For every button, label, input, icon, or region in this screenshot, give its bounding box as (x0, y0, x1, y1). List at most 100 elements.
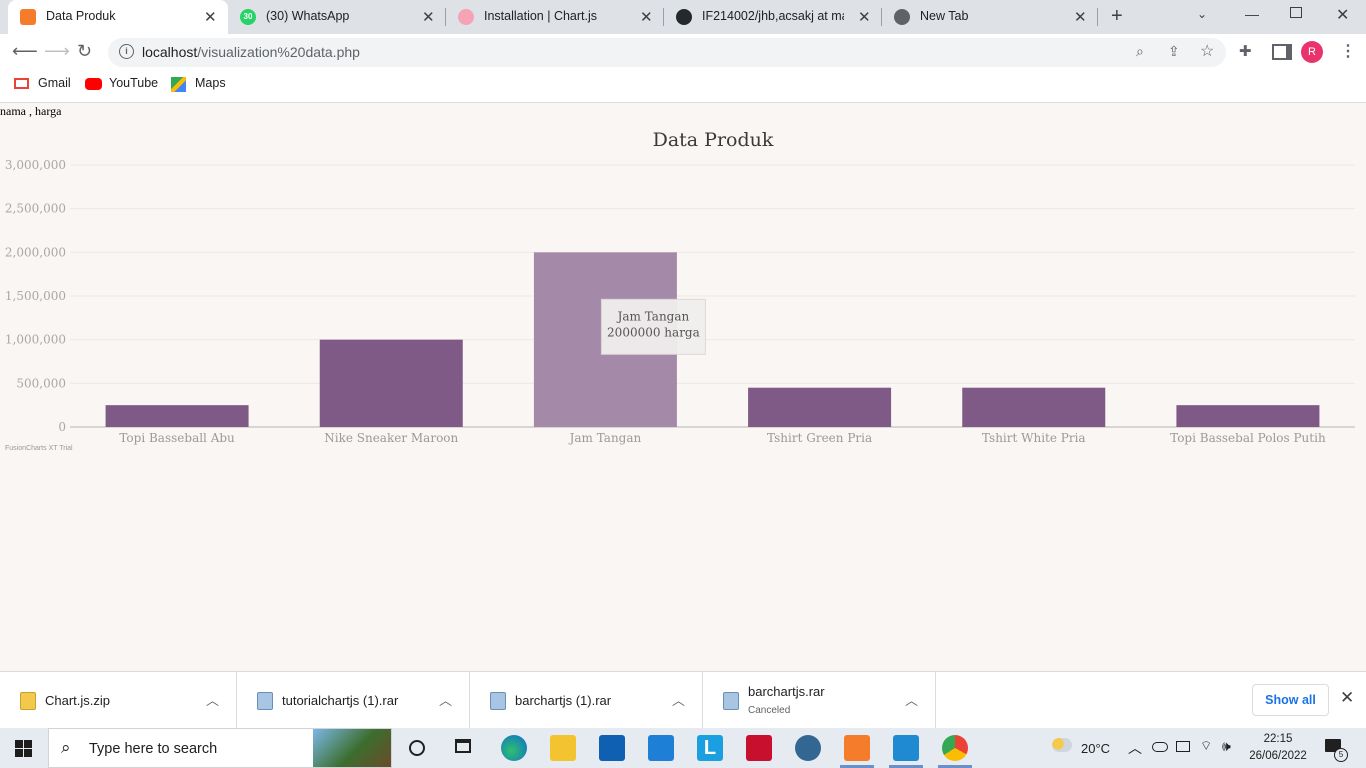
profile-avatar[interactable]: R (1301, 41, 1323, 63)
forward-arrow-icon[interactable]: ⟶ (44, 41, 70, 62)
bar[interactable] (1176, 405, 1320, 427)
xampp-icon (20, 9, 36, 25)
bookmark-label: Gmail (38, 76, 71, 90)
onedrive-icon[interactable] (1152, 742, 1168, 752)
extensions-puzzle-icon[interactable]: ✚ (1239, 42, 1252, 60)
cortana-icon[interactable] (409, 740, 425, 756)
chrome-icon[interactable] (942, 735, 968, 761)
url-path: /visualization%20data.php (197, 44, 360, 60)
file-explorer-icon[interactable] (550, 735, 576, 761)
download-filename: tutorialchartjs (1).rar (282, 693, 399, 708)
bookmarks-bar: Gmail YouTube Maps (0, 70, 1366, 103)
show-all-button[interactable]: Show all (1252, 684, 1329, 716)
github-icon (676, 9, 692, 25)
windows-taskbar: ⌕ Type here to search L 20°C ︿ ⌔ 🕪 22:15… (0, 728, 1366, 768)
l-app-icon[interactable]: L (697, 735, 723, 761)
download-item[interactable]: barchartjs.rar Canceled ︿ (703, 672, 936, 729)
chevron-up-icon[interactable]: ︿ (905, 690, 918, 709)
windows-start-icon[interactable] (15, 740, 32, 757)
bar-chart: 0 500,000 1,000,000 1,500,000 2,000,000 2,500… (5, 158, 1355, 445)
y-tick-label: 3,000,000 (5, 158, 66, 172)
x-tick-label: Tshirt Green Pria (767, 431, 872, 445)
x-tick-label: Jam Tangan (568, 431, 642, 445)
bookmark-star-icon[interactable]: ☆ (1200, 41, 1214, 61)
chevron-up-icon[interactable]: ︿ (672, 690, 685, 709)
minimize-icon[interactable]: — (1245, 6, 1259, 22)
maps-icon (171, 77, 186, 92)
youtube-icon (85, 78, 102, 90)
rar-file-icon (257, 692, 273, 710)
bookmark-label: Maps (195, 76, 226, 90)
tab-search-chevron-icon[interactable]: ⌄ (1197, 7, 1207, 21)
rar-file-icon (490, 692, 506, 710)
y-tick-label: 2,500,000 (5, 202, 66, 216)
wifi-icon[interactable]: ⌔ (1200, 738, 1212, 754)
url-text: localhost/visualization%20data.php (142, 44, 360, 60)
download-filename: barchartjs.rar (748, 684, 825, 699)
bar[interactable] (962, 387, 1106, 427)
close-tab-icon[interactable]: ✕ (1074, 8, 1087, 26)
tooltip-line1: Jam Tangan (616, 309, 690, 323)
browser-toolbar: ⟵ ⟶ ↻ i localhost/visualization%20data.p… (0, 34, 1366, 70)
task-view-icon[interactable] (455, 739, 471, 753)
postgresql-icon[interactable] (795, 735, 821, 761)
close-tab-icon[interactable]: ✕ (858, 8, 871, 26)
tab-data-produk[interactable]: Data Produk ✕ (8, 0, 228, 34)
new-tab-icon[interactable]: + (1111, 5, 1123, 28)
clock-date: 26/06/2022 (1249, 750, 1307, 762)
search-icon: ⌕ (61, 738, 71, 757)
side-panel-icon[interactable] (1272, 44, 1292, 60)
zoom-icon[interactable]: ⌕ (1136, 43, 1144, 60)
zip-file-icon (20, 692, 36, 710)
tab-chartjs[interactable]: Installation | Chart.js ✕ (446, 0, 662, 34)
chevron-up-icon[interactable]: ︿ (439, 690, 452, 709)
x-tick-label: Nike Sneaker Maroon (324, 431, 458, 445)
download-item[interactable]: barchartjs (1).rar ︿ (470, 672, 703, 729)
chevron-up-icon[interactable]: ︿ (206, 690, 219, 709)
restore-icon[interactable] (1290, 7, 1302, 18)
weather-icon[interactable] (1052, 738, 1072, 752)
reload-icon[interactable]: ↻ (77, 41, 92, 62)
tab-github[interactable]: IF214002/jhb,acsakj at main · ✕ (664, 0, 880, 34)
y-tick-label: 2,000,000 (5, 245, 66, 259)
bar[interactable] (748, 387, 892, 427)
close-tab-icon[interactable]: ✕ (640, 8, 653, 26)
clock-time: 22:15 (1263, 733, 1293, 745)
tab-new-tab[interactable]: New Tab ✕ (882, 0, 1096, 34)
volume-icon[interactable]: 🕪 (1222, 738, 1231, 755)
tab-title: (30) WhatsApp (266, 9, 350, 23)
system-clock[interactable]: 22:15 26/06/2022 (1247, 731, 1309, 765)
bar[interactable] (105, 405, 249, 427)
mcafee-icon[interactable] (746, 735, 772, 761)
mail-icon[interactable] (648, 735, 674, 761)
whatsapp-icon: 30 (240, 9, 256, 25)
temperature[interactable]: 20°C (1081, 741, 1110, 756)
close-downloads-icon[interactable]: ✕ (1340, 688, 1354, 708)
battery-icon[interactable] (1176, 741, 1190, 752)
share-icon[interactable]: ⇪ (1168, 43, 1180, 60)
tray-chevron-up-icon[interactable]: ︿ (1128, 738, 1142, 758)
back-arrow-icon[interactable]: ⟵ (12, 41, 38, 62)
close-tab-icon[interactable]: ✕ (204, 8, 217, 26)
menu-kebab-icon[interactable]: ⋮ (1340, 41, 1356, 61)
bar[interactable] (319, 339, 463, 427)
address-bar[interactable]: i localhost/visualization%20data.php ⌕ ⇪… (108, 38, 1226, 67)
microsoft-store-icon[interactable] (599, 735, 625, 761)
tab-title: New Tab (920, 9, 969, 23)
site-info-icon[interactable]: i (119, 44, 134, 59)
tab-whatsapp[interactable]: 30 (30) WhatsApp ✕ (228, 0, 444, 34)
close-tab-icon[interactable]: ✕ (422, 8, 435, 26)
gmail-icon (14, 78, 29, 89)
download-item[interactable]: Chart.js.zip ︿ (0, 672, 237, 729)
y-tick-label: 1,500,000 (5, 289, 66, 303)
taskbar-search-box[interactable]: ⌕ Type here to search (48, 728, 392, 768)
y-tick-label: 500,000 (16, 376, 66, 390)
close-window-icon[interactable]: ✕ (1336, 5, 1349, 25)
download-filename: barchartjs (1).rar (515, 693, 612, 708)
download-item[interactable]: tutorialchartjs (1).rar ︿ (237, 672, 470, 729)
tab-strip: Data Produk ✕ 30 (30) WhatsApp ✕ Install… (0, 0, 1366, 34)
trial-watermark: FusionCharts XT Trial (5, 445, 73, 452)
xampp-icon[interactable] (844, 735, 870, 761)
edge-icon[interactable] (501, 735, 527, 761)
vscode-icon[interactable] (893, 735, 919, 761)
